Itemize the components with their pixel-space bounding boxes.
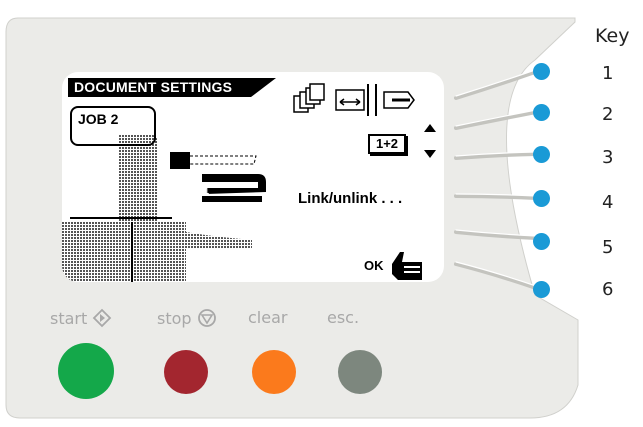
- pointing-hand-icon: [392, 252, 422, 280]
- lcd-title: DOCUMENT SETTINGS: [68, 78, 276, 97]
- stop-triangle-icon: [197, 309, 216, 327]
- start-diamond-icon: [92, 308, 112, 328]
- softkey-5[interactable]: [533, 233, 550, 250]
- clear-button[interactable]: [252, 350, 296, 394]
- softkey-6[interactable]: [533, 281, 550, 298]
- start-button[interactable]: [58, 343, 114, 399]
- stop-label-text: stop: [157, 308, 192, 328]
- key-number-5: 5: [602, 237, 614, 258]
- start-label-text: start: [50, 308, 88, 328]
- width-icon: [335, 84, 377, 116]
- lcd-display: DOCUMENT SETTINGS JOB 2 1+2 Link/unlink …: [62, 72, 444, 282]
- link-unlink-label: Link/unlink . . .: [298, 190, 403, 207]
- page-link-button: 1+2: [368, 134, 406, 154]
- lcd-graphics: [62, 83, 436, 282]
- softkey-1[interactable]: [533, 63, 550, 80]
- key-number-4: 4: [602, 192, 614, 213]
- key-number-6: 6: [602, 279, 614, 300]
- ok-label: OK: [364, 258, 384, 273]
- key-number-3: 3: [602, 147, 614, 168]
- softkey-2[interactable]: [533, 104, 550, 121]
- softkey-4[interactable]: [533, 190, 550, 207]
- softkey-3[interactable]: [533, 146, 550, 163]
- tray-label-1: 1: [204, 186, 210, 196]
- esc-label: esc.: [327, 308, 359, 327]
- down-arrow-icon: [424, 150, 436, 158]
- up-arrow-icon: [424, 124, 436, 132]
- insert-icon: [383, 91, 415, 109]
- stop-label: stop: [157, 308, 217, 328]
- clear-label-text: clear: [248, 308, 288, 327]
- document-stack-icon: [293, 83, 325, 113]
- key-number-1: 1: [602, 63, 614, 84]
- key-title: Key: [595, 25, 630, 47]
- esc-button[interactable]: [338, 350, 382, 394]
- job-box: JOB 2: [70, 106, 156, 146]
- stop-button[interactable]: [164, 350, 208, 394]
- clear-label: clear: [248, 308, 287, 327]
- key-number-2: 2: [602, 104, 614, 125]
- tray-label-2: 2: [204, 166, 210, 176]
- esc-label-text: esc.: [327, 308, 360, 327]
- feeder-machine-illustration: [62, 134, 266, 282]
- start-label: start: [50, 308, 112, 328]
